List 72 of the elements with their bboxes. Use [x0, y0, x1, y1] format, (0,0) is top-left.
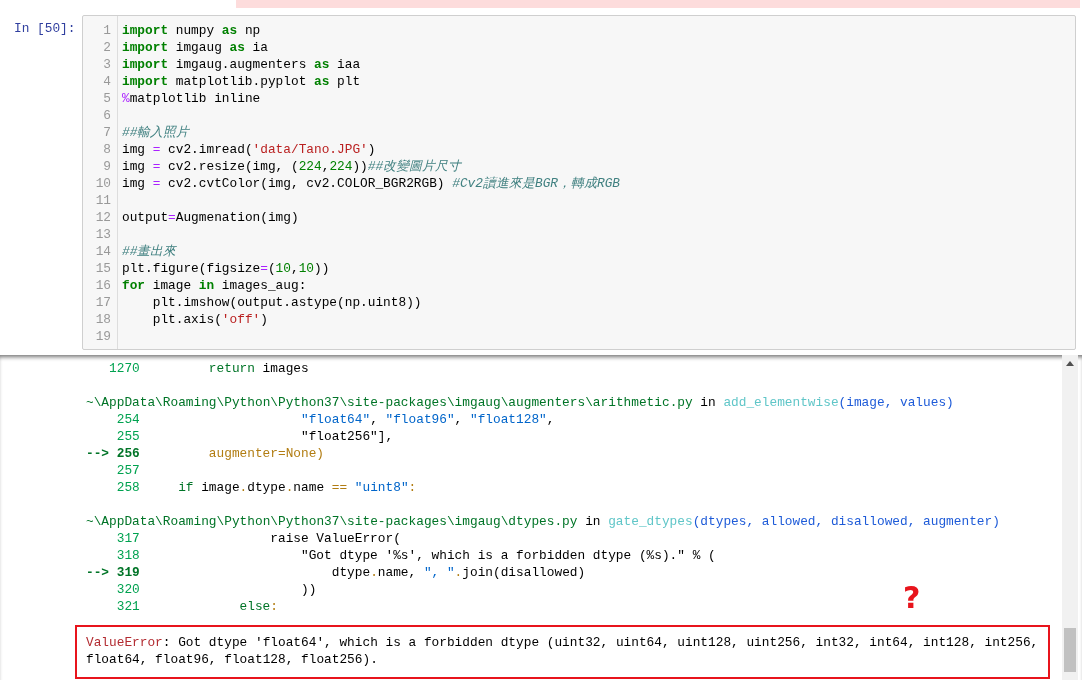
line-number: 2 [102, 39, 112, 56]
code-line: %matplotlib inline [122, 90, 262, 107]
scrollbar[interactable] [1062, 355, 1078, 680]
file-path: ~\AppData\Roaming\Python\Python37\site-packages\imgaug\dtypes.py [86, 513, 578, 530]
in-keyword: in [585, 513, 601, 530]
line-number: 1270 [109, 360, 140, 377]
code-line: import numpy as np [122, 22, 262, 39]
line-number: 15 [94, 260, 112, 277]
code-editor[interactable] [82, 15, 1076, 350]
scroll-up-icon[interactable] [1066, 361, 1074, 366]
code-line: plt.imshow(output.astype(np.uint8)) [151, 294, 423, 311]
line-number: 318 [116, 547, 140, 564]
code-line: if image.dtype.name == "uint8": [177, 479, 417, 496]
current-line-arrow: --> [86, 564, 110, 581]
in-keyword: in [700, 394, 716, 411]
line-number: 19 [94, 328, 112, 345]
line-number: 4 [102, 73, 112, 90]
function-name: gate_dtypes [608, 513, 693, 530]
line-number: 256 [116, 445, 140, 462]
code-line: import imgaug as ia [122, 39, 269, 56]
code-line: ##畫出來 [122, 243, 178, 260]
line-number: 5 [102, 90, 112, 107]
code-line: img = cv2.resize(img, (224,224))##改變圖片尺寸 [122, 158, 463, 175]
line-number: 317 [116, 530, 140, 547]
line-number: 13 [94, 226, 112, 243]
line-number: 321 [116, 598, 140, 615]
scrollbar-thumb[interactable] [1064, 628, 1076, 672]
code-line: ##輸入照片 [122, 124, 191, 141]
line-number: 14 [94, 243, 112, 260]
line-number: 9 [102, 158, 112, 175]
code-line: import imgaug.augmenters as iaa [122, 56, 362, 73]
line-number: 17 [94, 294, 112, 311]
code-line: plt.axis('off') [151, 311, 269, 328]
function-args: (dtypes, allowed, disallowed, augmenter) [692, 513, 1000, 530]
code-line: augmenter=None) [207, 445, 325, 462]
code-line: return images [207, 360, 309, 377]
code-line: else: [238, 598, 278, 615]
line-number: 320 [116, 581, 140, 598]
line-number: 319 [116, 564, 140, 581]
code-line: "Got dtype '%s', which is a forbidden dtype (%s)." % ( [300, 547, 716, 564]
line-number: 3 [102, 56, 112, 73]
function-name: add_elementwise [723, 394, 839, 411]
code-line: dtype.name, ", ".join(disallowed) [330, 564, 586, 581]
line-number: 10 [94, 175, 112, 192]
file-path: ~\AppData\Roaming\Python\Python37\site-packages\imgaug\augmenters\arithmetic.py [86, 394, 693, 411]
code-line: img = cv2.imread('data/Tano.JPG') [122, 141, 377, 158]
code-line: plt.figure(figsize=(10,10)) [122, 260, 331, 277]
line-number: 257 [116, 462, 140, 479]
code-line: import matplotlib.pyplot as plt [122, 73, 362, 90]
function-args: (image, values) [838, 394, 954, 411]
code-line: for image in images_aug: [122, 277, 308, 294]
line-number: 16 [94, 277, 112, 294]
code-line: )) [300, 581, 317, 598]
line-number: 6 [102, 107, 112, 124]
question-mark-annotation: ? [903, 583, 921, 613]
line-number: 258 [116, 479, 140, 496]
code-line: raise ValueError( [269, 530, 401, 547]
error-message: ValueError: Got dtype 'float64', which is a forbidden dtype (uint32, uint64, uint128, uint256, int32, int64, int128, int256, float64, float96, float128, float256). [86, 634, 1039, 668]
code-line: "float256"], [300, 428, 394, 445]
line-number: 18 [94, 311, 112, 328]
line-number: 8 [102, 141, 112, 158]
line-number: 11 [94, 192, 112, 209]
line-number: 1 [102, 22, 112, 39]
code-line: "float64", "float96", "float128", [300, 411, 555, 428]
line-number: 254 [116, 411, 140, 428]
cell-prompt: In [50]: [13, 20, 77, 38]
line-number: 12 [94, 209, 112, 226]
code-line: img = cv2.cvtColor(img, cv2.COLOR_BGR2RGB) #Cv2讀進來是BGR，轉成RGB [122, 175, 621, 192]
current-line-arrow: --> [86, 445, 110, 462]
line-number: 7 [102, 124, 112, 141]
line-number: 255 [116, 428, 140, 445]
code-line: output=Augmenation(img) [122, 209, 300, 226]
